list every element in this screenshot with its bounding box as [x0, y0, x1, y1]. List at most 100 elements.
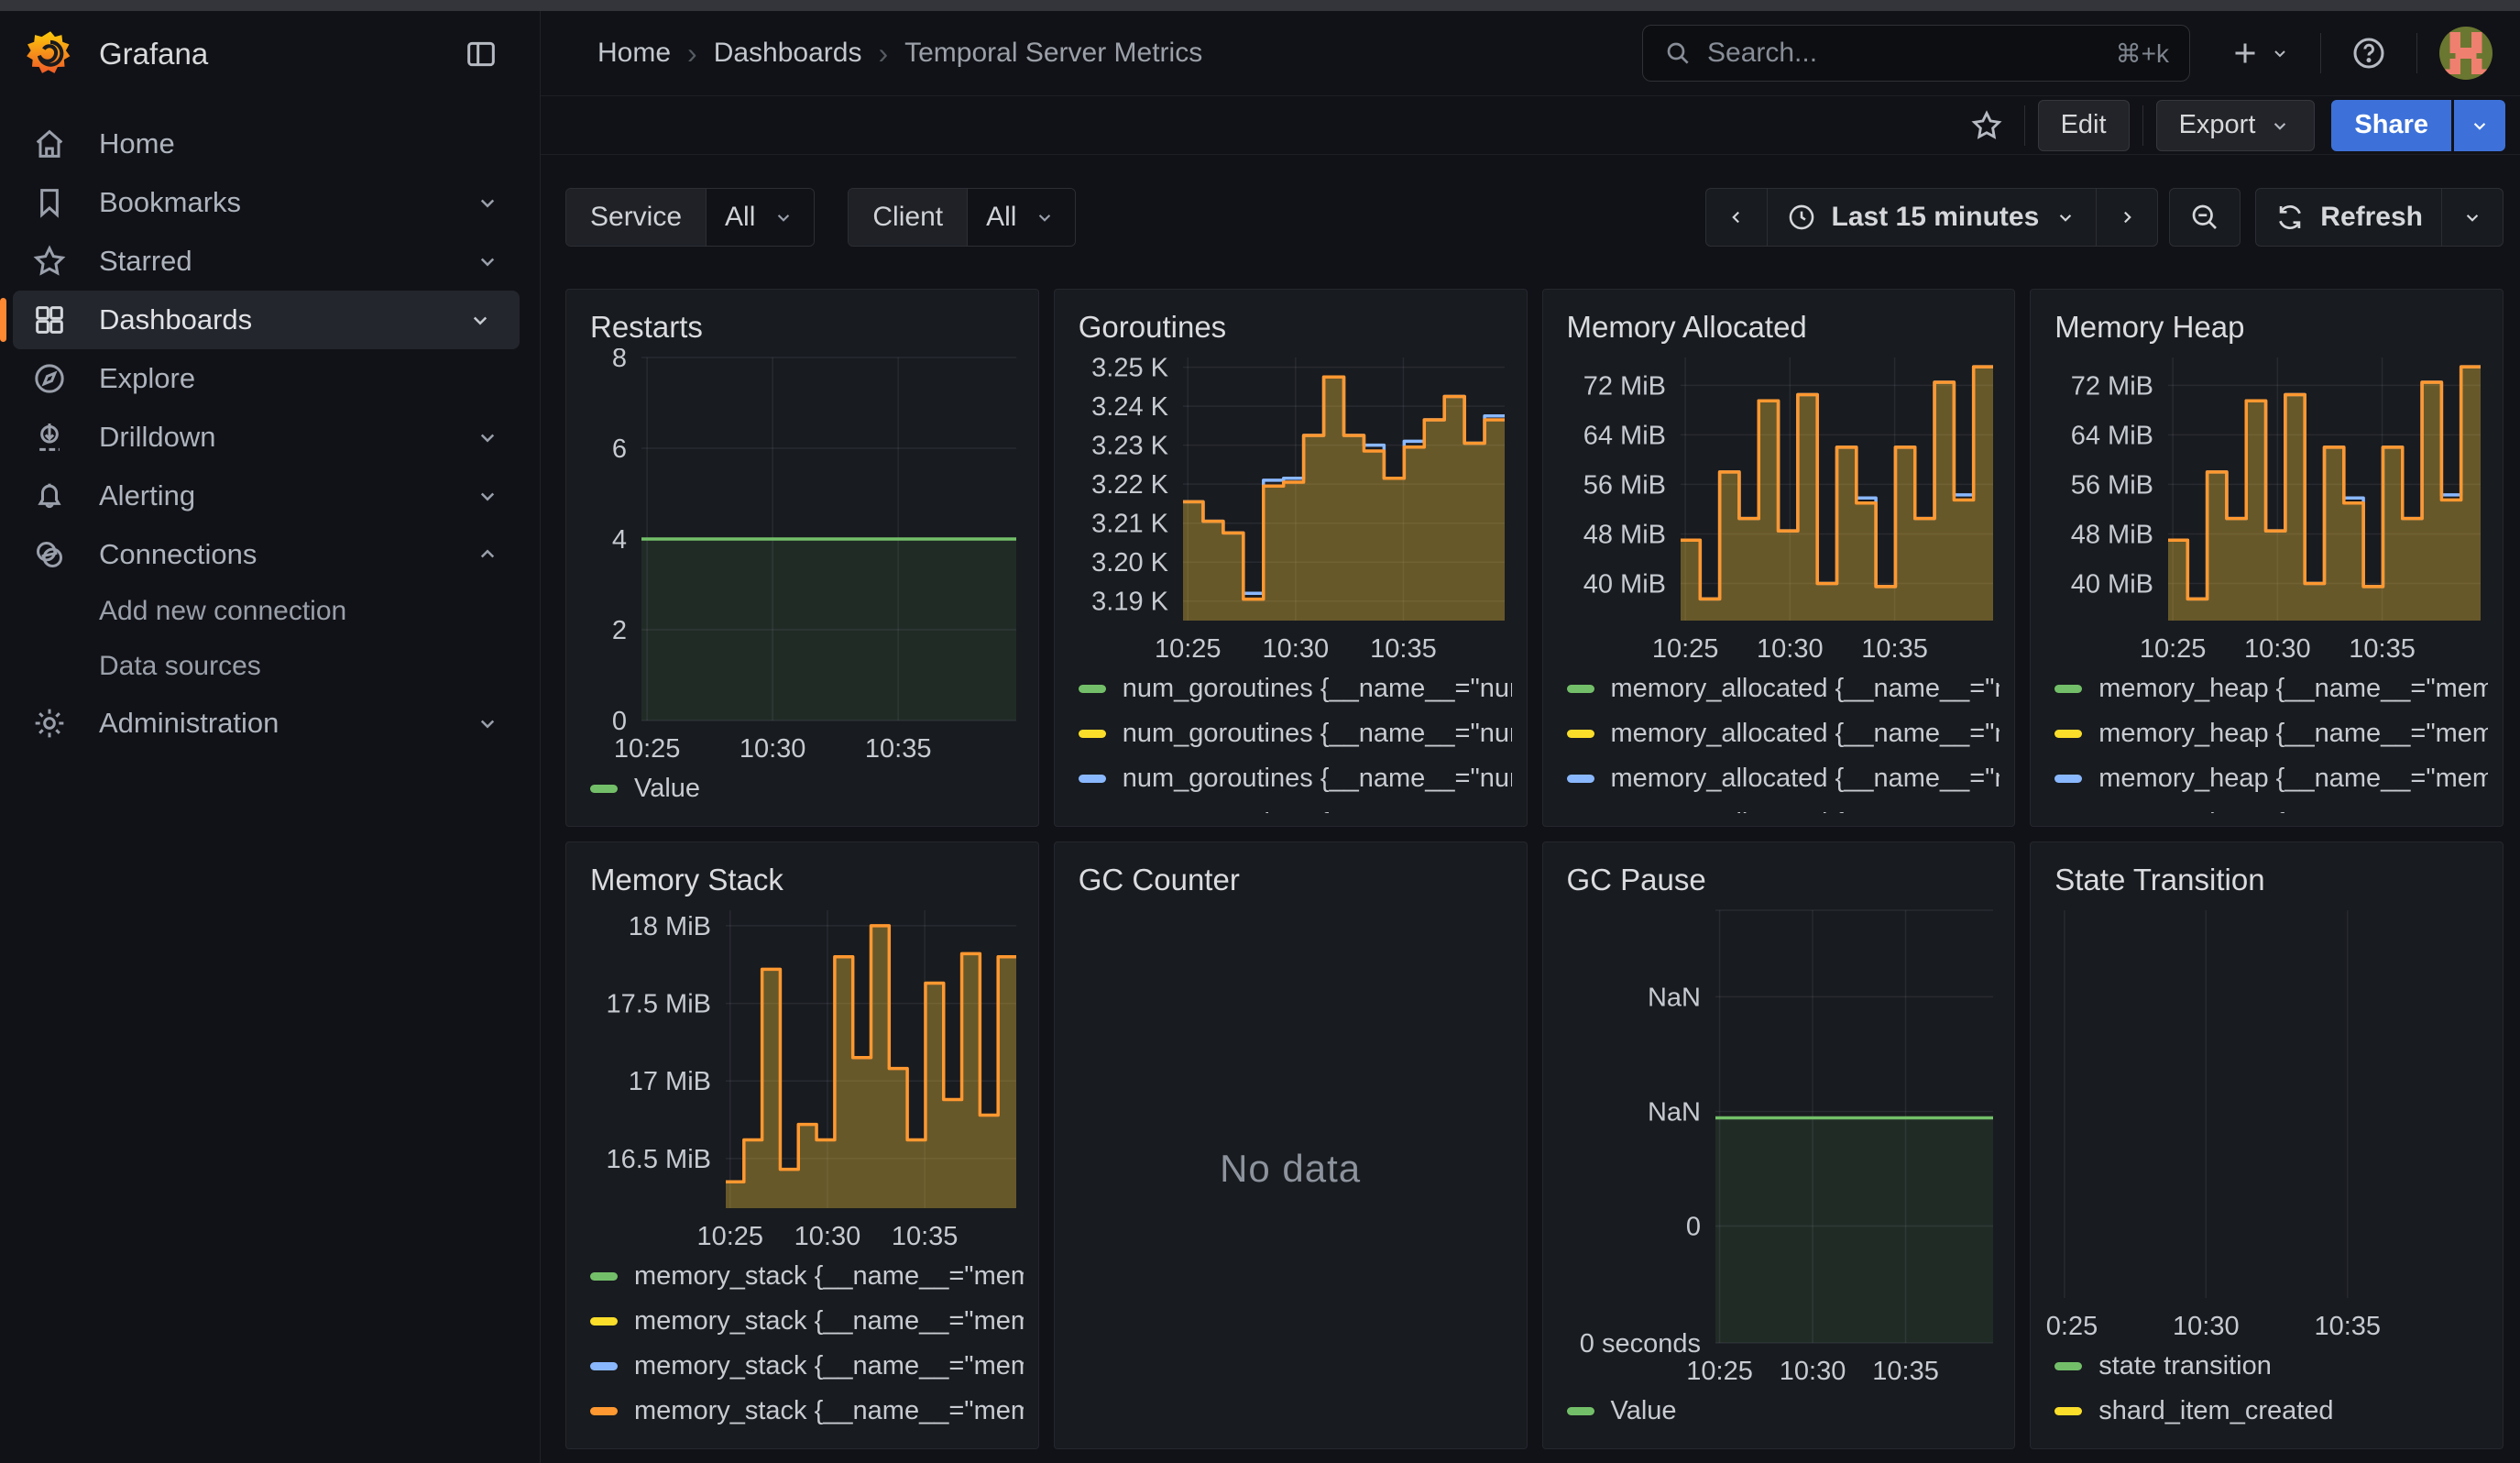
sidebar-item-data-sources[interactable]: Data sources	[0, 639, 540, 694]
panel-chart: 0 seconds0NaNNaN10:2510:3010:35	[1558, 901, 2000, 1385]
panel-legend: num_goroutines {__name__="num_gonum_goro…	[1069, 663, 1512, 813]
refresh-interval-button[interactable]	[2441, 188, 2504, 247]
breadcrumb-home[interactable]: Home	[597, 38, 671, 69]
refresh-button[interactable]: Refresh	[2255, 188, 2442, 247]
search-input[interactable]: Search... ⌘+k	[1642, 25, 2190, 82]
legend-item[interactable]: Value	[590, 766, 1024, 811]
time-range-picker[interactable]: Last 15 minutes	[1767, 188, 2098, 247]
svg-text:3.22 K: 3.22 K	[1091, 470, 1168, 500]
chevron-down-icon	[2054, 205, 2077, 229]
help-button[interactable]	[2343, 28, 2394, 79]
service-variable-value[interactable]: All	[707, 189, 814, 246]
dashboards-icon	[31, 302, 68, 338]
svg-text:10:30: 10:30	[794, 1222, 861, 1250]
legend-item[interactable]: memory_heap {__name__="memory_h	[2054, 756, 2488, 801]
svg-text:10:30: 10:30	[1779, 1357, 1846, 1385]
panel-title[interactable]: Memory Stack	[581, 855, 1024, 901]
legend-item[interactable]: memory_heap {__name__="memory_h	[2054, 711, 2488, 756]
time-shift-back-button[interactable]	[1705, 188, 1768, 247]
grafana-logo[interactable]	[26, 29, 75, 79]
sidebar-item-home[interactable]: Home	[0, 115, 540, 173]
svg-text:10:25: 10:25	[2140, 634, 2207, 663]
sidebar-item-add-new-connection[interactable]: Add new connection	[0, 584, 540, 639]
header-actions	[2221, 27, 2493, 80]
zoom-out-button[interactable]	[2169, 188, 2241, 247]
svg-text:10:25: 10:25	[1651, 634, 1718, 663]
service-variable[interactable]: Service All	[565, 188, 815, 247]
legend-item[interactable]: memory_allocated {__name__="memc	[1567, 756, 2000, 801]
time-shift-forward-button[interactable]	[2096, 188, 2158, 247]
sidebar-item-alerting[interactable]: Alerting	[0, 467, 540, 525]
legend-item[interactable]: Value	[1567, 1389, 2000, 1434]
panel-title[interactable]: Memory Allocated	[1558, 302, 2000, 348]
sidebar-item-connections[interactable]: Connections	[0, 525, 540, 584]
legend-item[interactable]: memory_stack {__name__="memory_s	[590, 1254, 1024, 1299]
legend-label: memory_allocated {__name__="memc	[1611, 808, 2000, 813]
legend-item[interactable]: shard_item_created	[2054, 1389, 2488, 1434]
drilldown-icon	[31, 419, 68, 456]
legend-swatch	[1567, 1407, 1594, 1415]
legend-item[interactable]: num_goroutines {__name__="num_go	[1079, 666, 1512, 711]
panel-title[interactable]: GC Pause	[1558, 855, 2000, 901]
favorite-star-button[interactable]	[1962, 101, 2011, 150]
panel-title[interactable]: Restarts	[581, 302, 1024, 348]
legend-label: memory_heap {__name__="memory_h	[2098, 764, 2488, 794]
chevron-down-icon	[474, 482, 501, 510]
share-button[interactable]: Share	[2331, 100, 2451, 151]
avatar[interactable]	[2439, 27, 2493, 80]
legend-swatch	[2054, 1407, 2082, 1415]
client-variable-label: Client	[849, 189, 968, 246]
legend-label: memory_stack {__name__="memory_s	[634, 1396, 1024, 1426]
sidebar-item-label: Starred	[99, 245, 192, 278]
sidebar-item-label: Administration	[99, 707, 279, 740]
legend-swatch	[2054, 1362, 2082, 1370]
legend-item[interactable]: memory_allocated {__name__="memc	[1567, 801, 2000, 813]
panel-title[interactable]: GC Counter	[1069, 855, 1512, 901]
legend-item[interactable]: memory_allocated {__name__="memc	[1567, 711, 2000, 756]
client-variable-value[interactable]: All	[968, 189, 1075, 246]
breadcrumb-dashboards[interactable]: Dashboards	[714, 38, 862, 69]
share-menu-button[interactable]	[2454, 100, 2505, 151]
legend-label: memory_stack {__name__="memory_s	[634, 1351, 1024, 1381]
new-button[interactable]	[2221, 29, 2298, 77]
legend-item[interactable]: num_goroutines {__name__="num_go	[1079, 801, 1512, 813]
sidebar-item-bookmarks[interactable]: Bookmarks	[0, 173, 540, 232]
toolbar-divider	[2142, 105, 2143, 146]
legend-item[interactable]: memory_stack {__name__="memory_s	[590, 1344, 1024, 1389]
client-variable[interactable]: Client All	[848, 188, 1076, 247]
clock-icon	[1786, 202, 1817, 233]
sidebar-item-starred[interactable]: Starred	[0, 232, 540, 291]
legend-item[interactable]: memory_allocated {__name__="memc	[1567, 666, 2000, 711]
svg-text:NaN: NaN	[1647, 1097, 1700, 1127]
panel-title[interactable]: Goroutines	[1069, 302, 1512, 348]
legend-item[interactable]: memory_heap {__name__="memory_h	[2054, 666, 2488, 711]
sidebar-item-administration[interactable]: Administration	[0, 694, 540, 753]
service-variable-selected: All	[725, 202, 755, 233]
panel-title[interactable]: Memory Heap	[2045, 302, 2488, 348]
svg-text:10:30: 10:30	[1262, 634, 1329, 663]
legend-item[interactable]: num_goroutines {__name__="num_go	[1079, 756, 1512, 801]
legend-item[interactable]: memory_stack {__name__="memory_s	[590, 1389, 1024, 1434]
panel-chart: 40 MiB48 MiB56 MiB64 MiB72 MiB10:2510:30…	[1558, 348, 2000, 663]
legend-item[interactable]: num_goroutines {__name__="num_go	[1079, 711, 1512, 756]
legend-item[interactable]: state transition	[2054, 1344, 2488, 1389]
sidebar-item-drilldown[interactable]: Drilldown	[0, 408, 540, 467]
legend-item[interactable]: memory_heap {__name__="memory_h	[2054, 801, 2488, 813]
panel-title[interactable]: State Transition	[2045, 855, 2488, 901]
edit-button[interactable]: Edit	[2038, 100, 2130, 151]
main-column: Home › Dashboards › Temporal Server Metr…	[541, 11, 2520, 1463]
sidebar-collapse-button[interactable]	[455, 28, 507, 80]
sidebar-item-dashboards[interactable]: Dashboards	[13, 291, 520, 349]
window-title-strip	[0, 0, 2520, 11]
sidebar-subitem-label: Data sources	[99, 651, 261, 682]
legend-item[interactable]: memory_stack {__name__="memory_s	[590, 1299, 1024, 1344]
export-button[interactable]: Export	[2156, 100, 2316, 151]
svg-text:64 MiB: 64 MiB	[1583, 421, 1665, 450]
sidebar-item-explore[interactable]: Explore	[0, 349, 540, 408]
breadcrumb-separator: ›	[671, 37, 714, 71]
legend-swatch	[590, 1407, 618, 1415]
share-button-group: Share	[2331, 100, 2505, 151]
time-range-group: Last 15 minutes	[1705, 188, 2159, 247]
svg-text:6: 6	[612, 434, 627, 464]
panel: Memory Allocated 40 MiB48 MiB56 MiB64 Mi…	[1542, 289, 2016, 827]
